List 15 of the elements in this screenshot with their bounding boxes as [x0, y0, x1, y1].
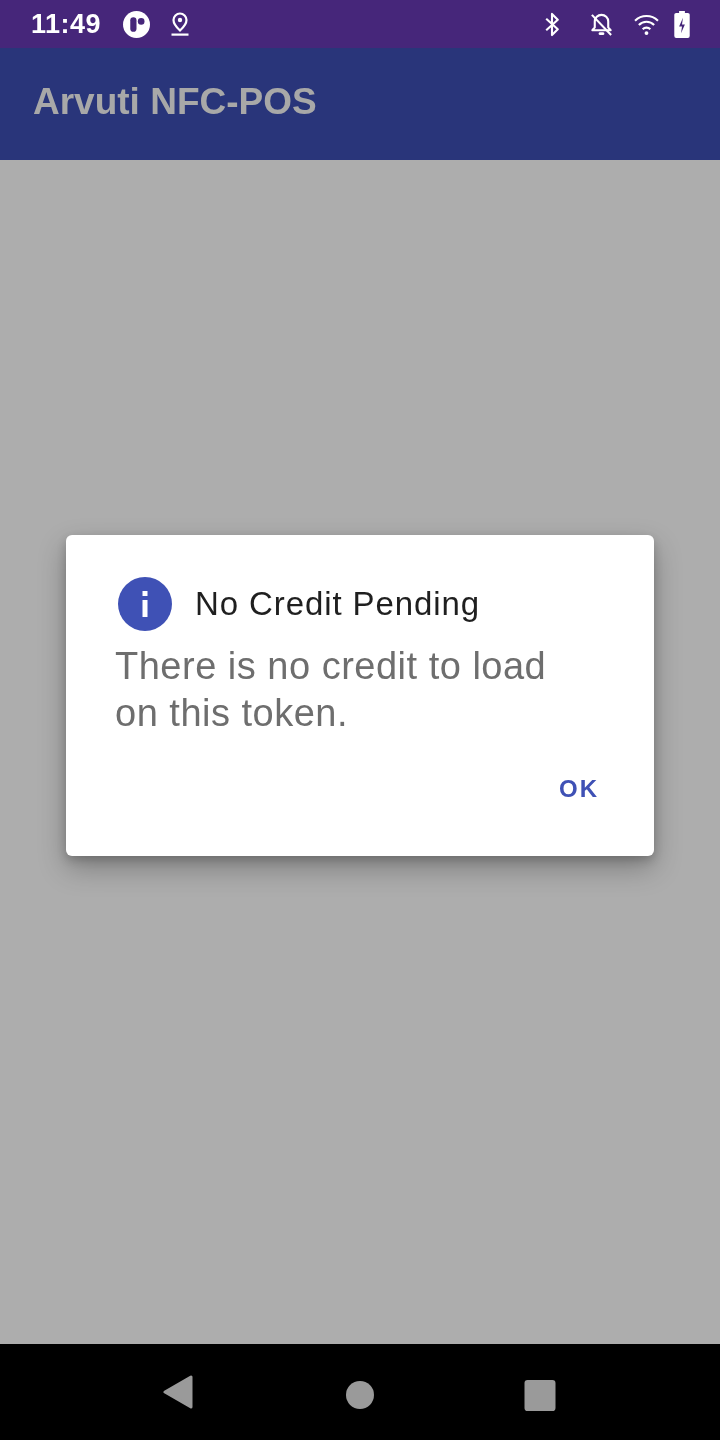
- home-icon[interactable]: [346, 1381, 374, 1409]
- bell-off-icon: [589, 11, 614, 37]
- app-title: Arvuti NFC-POS: [33, 81, 317, 123]
- dialog-title: No Credit Pending: [195, 585, 480, 623]
- recents-icon[interactable]: [524, 1380, 556, 1411]
- battery-charging-icon: [674, 10, 690, 38]
- back-icon[interactable]: [163, 1375, 193, 1409]
- location-pin-icon: [170, 11, 191, 37]
- app-notification-icon: [123, 10, 151, 38]
- wifi-icon: [633, 13, 660, 35]
- dialog-message: There is no credit to load on this token.: [115, 644, 548, 736]
- info-icon: [118, 577, 172, 631]
- bluetooth-icon: [543, 10, 561, 38]
- ok-button[interactable]: OK: [549, 767, 609, 811]
- status-time: 11:49: [31, 8, 102, 40]
